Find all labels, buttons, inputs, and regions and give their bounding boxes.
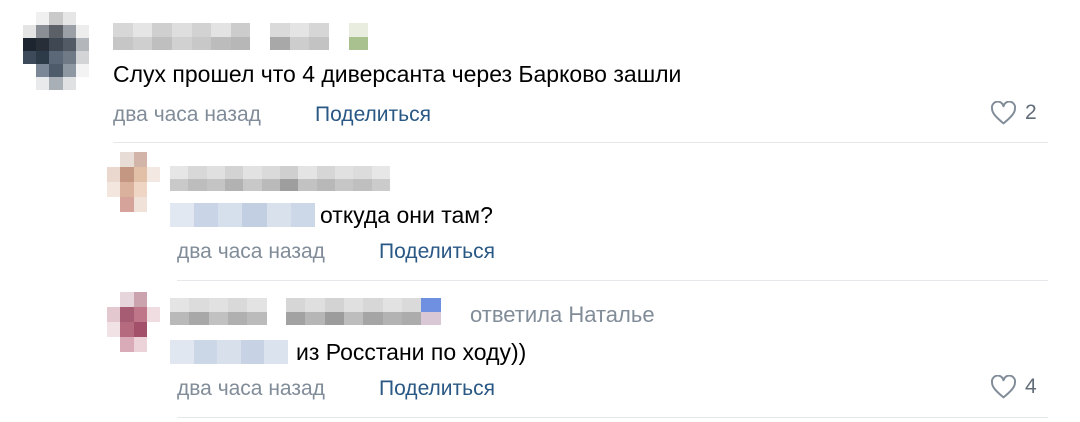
comment-timestamp[interactable]: два часа назад <box>177 240 325 264</box>
avatar[interactable] <box>107 292 160 352</box>
reply-mention[interactable] <box>170 203 315 227</box>
like-button[interactable]: 2 <box>990 101 1037 125</box>
heart-outline-icon <box>990 375 1017 399</box>
replied-to-label[interactable]: ответила Наталье <box>470 302 655 328</box>
share-link[interactable]: Поделиться <box>379 240 495 264</box>
reply-mention[interactable] <box>170 340 288 364</box>
comment-timestamp[interactable]: два часа назад <box>113 103 261 127</box>
comment-text: Слух прошел что 4 диверсанта через Барко… <box>113 61 682 87</box>
author-name[interactable] <box>113 23 388 50</box>
author-name[interactable] <box>170 166 390 191</box>
comment-text: из Росстани по ходу)) <box>296 339 527 365</box>
divider <box>113 142 1048 143</box>
like-count: 2 <box>1025 101 1037 124</box>
divider <box>177 280 1048 281</box>
share-link[interactable]: Поделиться <box>379 377 495 401</box>
like-button[interactable]: 4 <box>990 375 1037 399</box>
heart-outline-icon <box>990 101 1017 125</box>
divider <box>177 417 1048 418</box>
share-link[interactable]: Поделиться <box>315 103 431 127</box>
comment-text: откуда они там? <box>320 202 493 228</box>
comment-timestamp[interactable]: два часа назад <box>177 377 325 401</box>
avatar[interactable] <box>23 12 89 90</box>
like-count: 4 <box>1025 375 1037 398</box>
avatar[interactable] <box>107 152 160 212</box>
author-name[interactable] <box>170 298 460 325</box>
